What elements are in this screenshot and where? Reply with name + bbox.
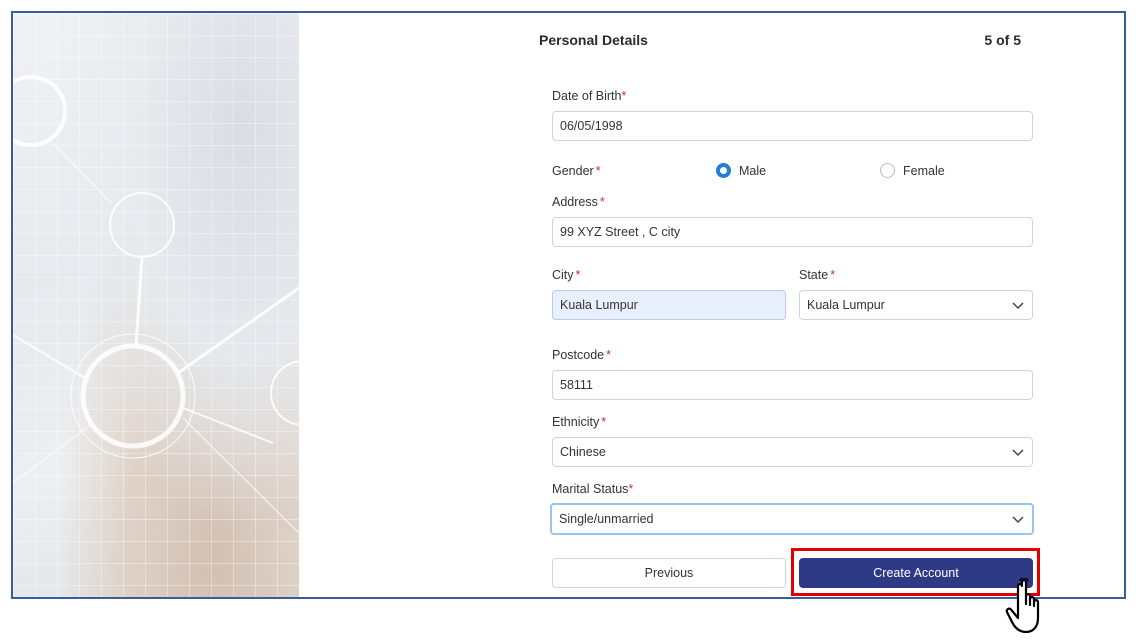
required-marker: * (621, 89, 627, 103)
chevron-down-icon (1011, 512, 1025, 526)
state-label-text: State (799, 268, 829, 282)
city-label-text: City (552, 268, 574, 282)
gender-option-male: Male (739, 163, 767, 178)
ethnicity-label-text: Ethnicity (552, 415, 600, 429)
dob-value: 06/05/1998 (560, 119, 623, 133)
gender-label: Gender * (552, 164, 601, 178)
address-value: 99 XYZ Street , C city (560, 225, 681, 239)
required-marker: * (599, 195, 605, 209)
create-account-button[interactable]: Create Account (799, 558, 1033, 588)
city-label: City * (552, 268, 580, 282)
state-select[interactable]: Kuala Lumpur (799, 290, 1033, 320)
previous-button[interactable]: Previous (552, 558, 786, 588)
gender-radio-male[interactable]: Male (716, 163, 766, 178)
hand-pointer-icon (1005, 578, 1040, 634)
dob-label: Date of Birth* (552, 89, 626, 103)
dob-input[interactable]: 06/05/1998 (552, 111, 1033, 141)
radio-unselected-icon (880, 163, 895, 178)
marital-status-select[interactable]: Single/unmarried (550, 503, 1034, 535)
city-value: Kuala Lumpur (560, 298, 638, 312)
required-marker: * (575, 268, 581, 282)
postcode-label-text: Postcode (552, 348, 605, 362)
gender-option-female: Female (903, 163, 945, 178)
chevron-down-icon (1011, 298, 1025, 312)
gender-label-text: Gender (552, 164, 594, 178)
dob-label-text: Date of Birth (552, 89, 622, 103)
postcode-input[interactable]: 58111 (552, 370, 1033, 400)
state-value: Kuala Lumpur (807, 298, 885, 312)
marital-value: Single/unmarried (559, 512, 654, 526)
step-indicator: 5 of 5 (984, 32, 1021, 48)
radio-selected-icon (716, 163, 731, 178)
postcode-label: Postcode * (552, 348, 611, 362)
form-title: Personal Details (539, 32, 648, 48)
ethnicity-label: Ethnicity * (552, 415, 606, 429)
required-marker: * (595, 164, 601, 178)
required-marker: * (601, 415, 607, 429)
address-label-text: Address (552, 195, 598, 209)
ethnicity-select[interactable]: Chinese (552, 437, 1033, 467)
marital-status-label: Marital Status* (552, 482, 633, 496)
address-label: Address * (552, 195, 605, 209)
gender-radio-female[interactable]: Female (880, 163, 945, 178)
chevron-down-icon (1011, 445, 1025, 459)
city-input[interactable]: Kuala Lumpur (552, 290, 786, 320)
network-graphic (13, 75, 299, 534)
ethnicity-value: Chinese (560, 445, 606, 459)
state-label: State * (799, 268, 835, 282)
required-marker: * (628, 482, 634, 496)
required-marker: * (830, 268, 836, 282)
hero-image (13, 13, 299, 597)
required-marker: * (606, 348, 611, 362)
postcode-value: 58111 (560, 378, 593, 392)
address-input[interactable]: 99 XYZ Street , C city (552, 217, 1033, 247)
marital-label-text: Marital Status (552, 482, 629, 496)
